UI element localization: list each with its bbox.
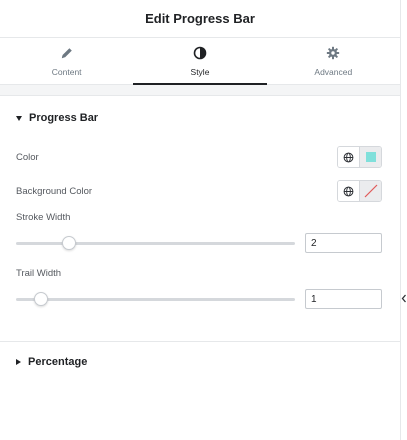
tab-advanced[interactable]: Advanced	[267, 38, 400, 84]
stroke-width-input[interactable]	[305, 233, 382, 253]
color-swatch	[365, 152, 376, 162]
section-spacer	[0, 85, 400, 96]
trail-width-slider-handle[interactable]	[34, 292, 49, 306]
stroke-width-label: Stroke Width	[16, 211, 71, 223]
tab-style[interactable]: Style	[133, 38, 267, 85]
background-color-control: Background Color	[0, 174, 400, 208]
gear-icon	[327, 46, 340, 60]
trail-width-control	[0, 285, 400, 313]
background-color-swatch-button[interactable]	[360, 181, 381, 201]
stroke-width-control	[0, 229, 400, 257]
background-color-picker-group	[337, 180, 382, 202]
background-color-label: Background Color	[16, 185, 93, 197]
stroke-width-label-row: Stroke Width	[0, 210, 400, 224]
color-control: Color	[0, 140, 400, 174]
panel-edge	[400, 0, 407, 440]
panel-header: Edit Progress Bar	[0, 0, 400, 38]
trail-width-input[interactable]	[305, 289, 382, 309]
panel-title: Edit Progress Bar	[145, 11, 255, 26]
color-picker-group	[337, 146, 382, 168]
tab-style-label: Style	[190, 67, 210, 77]
section-percentage-title: Percentage	[28, 356, 88, 368]
stroke-width-slider-track[interactable]	[16, 236, 295, 250]
globe-icon	[343, 152, 354, 162]
caret-down-icon	[16, 115, 22, 121]
tab-advanced-label: Advanced	[314, 67, 353, 77]
color-swatch-button[interactable]	[360, 147, 381, 167]
color-label: Color	[16, 151, 39, 163]
editor-panel: Edit Progress Bar Content Style Advanced…	[0, 0, 400, 440]
tab-content-label: Content	[51, 67, 82, 77]
tab-bar: Content Style Advanced	[0, 38, 400, 85]
collapse-panel-button[interactable]	[400, 284, 407, 312]
pencil-icon	[61, 48, 72, 59]
trail-width-label-row: Trail Width	[0, 266, 400, 280]
section-progress-bar-title: Progress Bar	[29, 112, 99, 124]
global-colors-button[interactable]	[338, 147, 360, 167]
contrast-icon	[193, 46, 207, 60]
section-progress-bar-toggle[interactable]: Progress Bar	[0, 98, 400, 138]
trail-width-label: Trail Width	[16, 267, 62, 279]
global-background-colors-button[interactable]	[338, 181, 360, 201]
caret-right-icon	[16, 359, 21, 365]
stroke-width-slider-handle[interactable]	[62, 236, 76, 250]
chevron-left-icon	[401, 294, 406, 302]
tab-content[interactable]: Content	[0, 38, 133, 84]
trail-width-slider-track[interactable]	[16, 292, 295, 306]
no-color-icon	[364, 184, 377, 198]
section-percentage-toggle[interactable]: Percentage	[0, 342, 400, 382]
globe-icon	[343, 186, 354, 196]
